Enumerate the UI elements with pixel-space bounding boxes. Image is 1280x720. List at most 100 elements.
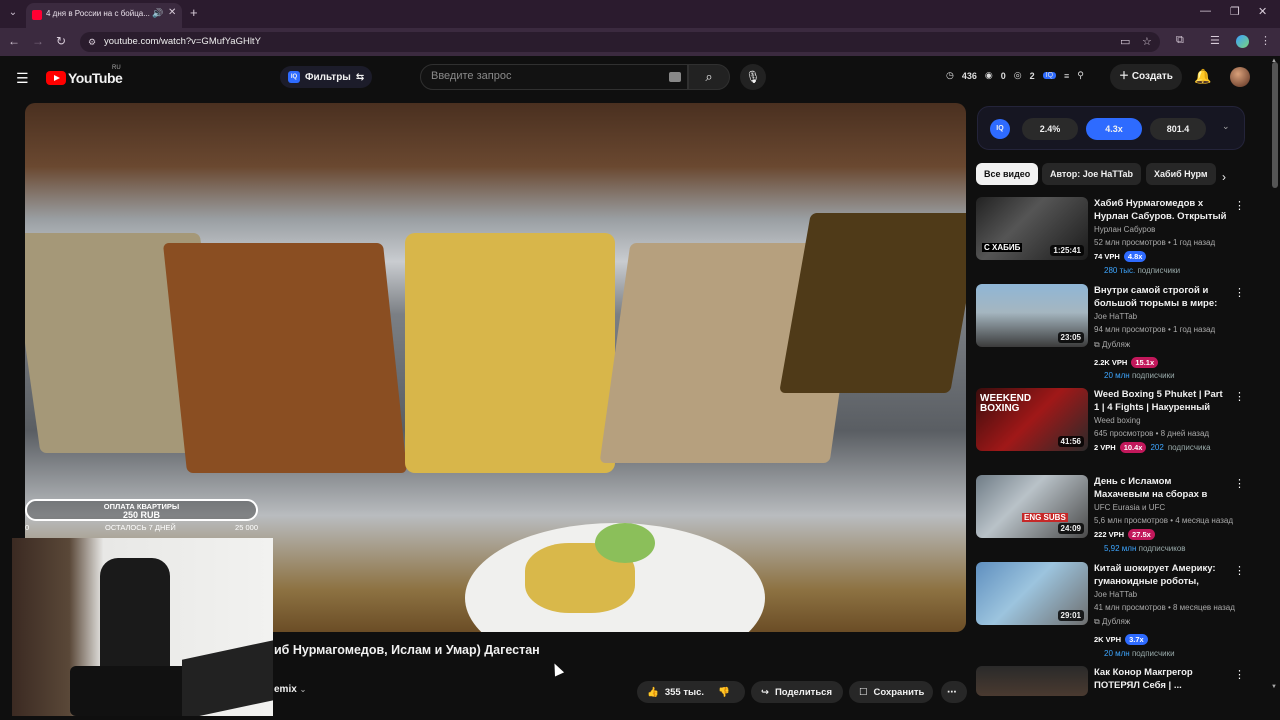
recommendation-item[interactable]: WEEKEND BOXING 41:56 Weed Boxing 5 Phuket…	[976, 388, 1260, 468]
channel-name[interactable]: Joe HaTTab	[1094, 590, 1137, 599]
subscriber-count: 20 млн подписчики	[1104, 371, 1175, 380]
pin-icon[interactable]: ⚲	[1077, 70, 1084, 81]
close-tab-icon[interactable]: ✕	[168, 7, 176, 18]
cast-icon[interactable]: ▭	[1120, 35, 1130, 48]
list-icon[interactable]: ≡	[1064, 71, 1069, 81]
reload-icon[interactable]: ↻	[56, 34, 66, 48]
video-title[interactable]: Weed Boxing 5 Phuket | Part 1 | 4 Fights…	[1094, 388, 1228, 414]
video-frame-tray	[779, 213, 966, 393]
microphone-icon: 🎙	[745, 70, 761, 84]
iq-metric-2[interactable]: 4.3x	[1086, 118, 1142, 140]
keyboard-icon[interactable]	[669, 72, 681, 82]
youtube-favicon-icon	[32, 10, 42, 20]
recommendation-item[interactable]: Как Конор Макгрегор ПОТЕРЯЛ Себя | ... ⋮	[976, 666, 1260, 696]
more-vertical-icon[interactable]: ⋮	[1234, 199, 1245, 212]
video-title[interactable]: Китай шокирует Америку: гуманоидные робо…	[1094, 562, 1228, 588]
subs-suffix: подписчики	[1137, 266, 1181, 275]
dub-text: Дубляж	[1101, 617, 1131, 626]
tab-search-icon[interactable]: ⌄	[6, 6, 20, 20]
recommendation-item[interactable]: 23:05 Внутри самой строгой и большой тюр…	[976, 284, 1260, 384]
video-title[interactable]: День с Исламом Махачевым на сборах в Сил…	[1094, 475, 1228, 501]
chip-khabib[interactable]: Хабиб Нурм	[1146, 163, 1216, 185]
forward-icon[interactable]: →	[32, 34, 44, 48]
close-window-icon[interactable]: ✕	[1258, 5, 1267, 18]
create-button[interactable]: ＋ Создать	[1110, 64, 1182, 90]
channel-name[interactable]: emix ⌄	[274, 684, 306, 695]
video-duration: 29:01	[1057, 610, 1084, 621]
new-tab-icon[interactable]: +	[190, 5, 198, 20]
dub-text: Дубляж	[1101, 340, 1131, 349]
more-vertical-icon[interactable]: ⋮	[1234, 286, 1245, 299]
audio-icon[interactable]: 🔊	[152, 8, 163, 19]
browser-menu-icon[interactable]: ⋮	[1260, 34, 1271, 47]
channel-name[interactable]: Weed boxing	[1094, 416, 1141, 425]
more-vertical-icon[interactable]: ⋮	[1234, 668, 1245, 681]
like-count[interactable]: 355 тыс.	[665, 687, 704, 698]
omnibox[interactable]: ⚙ youtube.com/watch?v=GMufYaGHltY ▭ ☆	[80, 32, 1160, 52]
iq-metric-1[interactable]: 2.4%	[1022, 118, 1078, 140]
dislike-icon[interactable]: 👎	[718, 687, 730, 698]
page-scrollbar[interactable]	[1272, 62, 1278, 188]
back-icon[interactable]: ←	[8, 34, 20, 48]
more-vertical-icon[interactable]: ⋮	[1234, 390, 1245, 403]
browser-tab[interactable]: 4 дня в России на с бойца... 🔊 ✕	[26, 3, 182, 28]
vph-badge: 222 VPH	[1094, 530, 1125, 539]
recommendation-item[interactable]: С ХАБИБ 1:25:41 Хабиб Нурмагомедов x Нур…	[976, 197, 1260, 283]
video-title[interactable]: Как Конор Макгрегор ПОТЕРЯЛ Себя | ...	[1094, 666, 1228, 692]
chip-all-videos[interactable]: Все видео	[976, 163, 1039, 185]
channel-name[interactable]: UFC Eurasia и UFC	[1094, 503, 1165, 512]
video-frame-cucumber	[595, 523, 655, 563]
search-box[interactable]	[420, 64, 688, 90]
recommendation-item[interactable]: ENG SUBS 24:09 День с Исламом Махачевым …	[976, 475, 1260, 559]
channel-name[interactable]: Нурлан Сабуров	[1094, 225, 1155, 234]
minimize-icon[interactable]: —	[1200, 5, 1211, 17]
search-button[interactable]: ⌕	[688, 64, 730, 90]
video-thumbnail[interactable]: 29:01	[976, 562, 1088, 625]
profile-avatar-icon[interactable]	[1236, 35, 1249, 48]
share-button[interactable]: ↪ Поделиться	[751, 681, 843, 703]
menu-hamburger-icon[interactable]: ☰	[16, 70, 29, 87]
video-thumbnail[interactable]	[976, 666, 1088, 696]
restore-icon[interactable]: ❐	[1230, 5, 1240, 18]
reading-list-icon[interactable]: ☰	[1210, 34, 1220, 47]
notifications-bell-icon[interactable]: 🔔	[1194, 68, 1211, 85]
video-thumbnail[interactable]: 23:05	[976, 284, 1088, 347]
chevron-right-icon[interactable]: ›	[1222, 170, 1226, 184]
clock-icon: ◷	[946, 70, 954, 80]
address-bar-row: ← → ↻ ⚙ youtube.com/watch?v=GMufYaGHltY …	[0, 28, 1280, 56]
save-label: Сохранить	[873, 686, 925, 698]
filters-button[interactable]: IQ Фильтры ⇆	[280, 66, 373, 88]
bookmark-star-icon[interactable]: ☆	[1142, 35, 1152, 48]
recommendation-item[interactable]: 29:01 Китай шокирует Америку: гуманоидны…	[976, 562, 1260, 662]
iq-logo-icon: IQ	[990, 119, 1010, 139]
iq-badge-icon[interactable]: IQ	[1042, 72, 1057, 79]
iq-badges: 2K VPH 3.7x	[1094, 634, 1148, 645]
channel-name[interactable]: Joe HaTTab	[1094, 312, 1137, 321]
more-actions-button[interactable]: ⋯	[941, 681, 967, 703]
vph-badge: 2 VPH	[1094, 443, 1116, 452]
voice-search-button[interactable]: 🎙	[740, 64, 766, 90]
video-thumbnail[interactable]: С ХАБИБ 1:25:41	[976, 197, 1088, 260]
site-info-icon[interactable]: ⚙	[88, 37, 96, 48]
chip-author[interactable]: Автор: Joe HaTTab	[1042, 163, 1142, 185]
goal-max: 25 000	[235, 523, 258, 532]
video-thumbnail[interactable]: WEEKEND BOXING 41:56	[976, 388, 1088, 451]
save-button[interactable]: ☐ Сохранить	[849, 681, 933, 703]
chevron-down-icon[interactable]: ⌄	[1222, 121, 1230, 132]
video-duration: 41:56	[1057, 436, 1084, 447]
scroll-down-icon[interactable]: ▼	[1271, 684, 1277, 690]
search-input[interactable]	[431, 70, 651, 82]
more-vertical-icon[interactable]: ⋮	[1234, 477, 1245, 490]
more-vertical-icon[interactable]: ⋮	[1234, 564, 1245, 577]
webcam-overlay	[12, 538, 273, 716]
account-avatar[interactable]	[1230, 67, 1250, 87]
sliders-icon: ⇆	[355, 71, 365, 83]
youtube-logo[interactable]: YouTube RU	[46, 65, 123, 87]
video-title[interactable]: Внутри самой строгой и большой тюрьмы в …	[1094, 284, 1228, 310]
extensions-icon[interactable]: ⧉	[1176, 34, 1184, 47]
donation-goal-bar: ОПЛАТА КВАРТИРЫ 250 RUB	[25, 499, 258, 521]
video-thumbnail[interactable]: ENG SUBS 24:09	[976, 475, 1088, 538]
like-icon[interactable]: 👍	[647, 687, 659, 698]
iq-metric-3[interactable]: 801.4	[1150, 118, 1206, 140]
video-title[interactable]: Хабиб Нурмагомедов x Нурлан Сабуров. Отк…	[1094, 197, 1228, 223]
